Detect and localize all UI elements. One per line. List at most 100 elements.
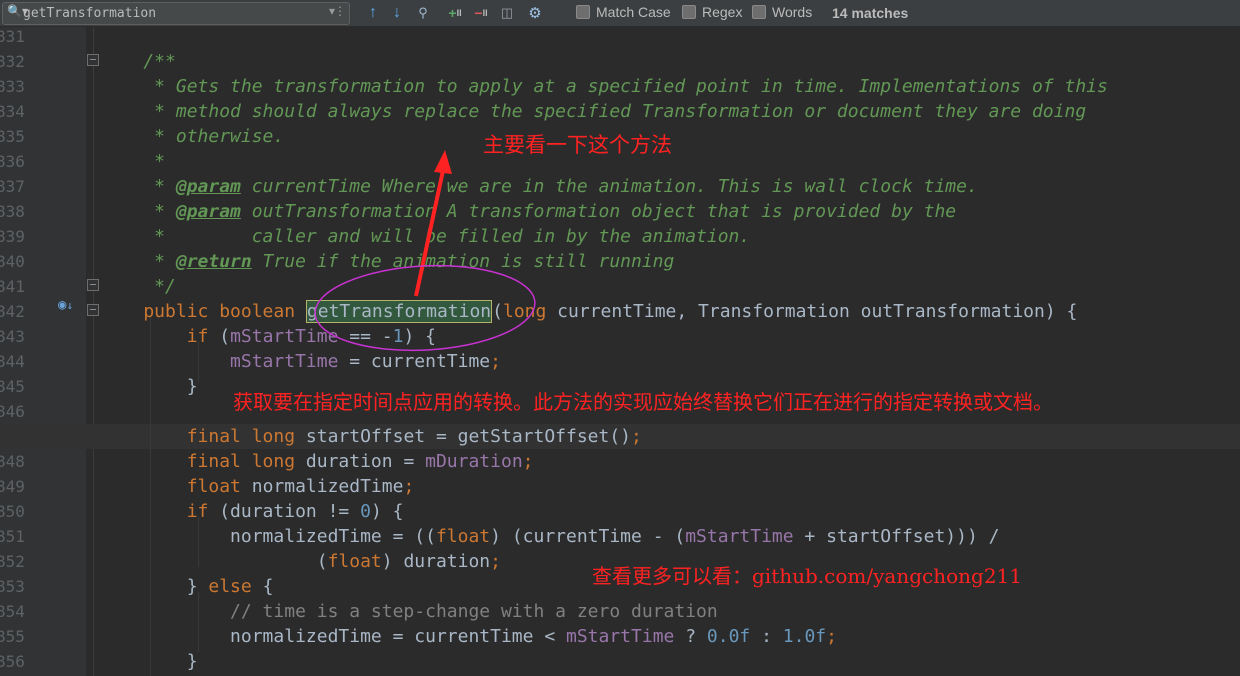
code-line: * @return True if the animation is still… [0, 249, 1240, 274]
code-token: if [100, 326, 209, 347]
words-checkbox[interactable]: Words [752, 4, 812, 20]
code-line: mStartTime = currentTime; [0, 349, 1240, 374]
clear-icon[interactable]: ⋮ [334, 4, 346, 18]
code-token: mStartTime [230, 351, 339, 372]
code-token: * [100, 251, 176, 272]
code-token: duration = [295, 451, 426, 472]
code-token: float [327, 551, 382, 572]
fold-marker-icon[interactable] [87, 279, 99, 291]
code-token: ( [492, 301, 503, 322]
code-token: mStartTime [230, 326, 339, 347]
code-token: ? [674, 626, 707, 647]
code-token: float [435, 526, 491, 547]
code-token: 0 [360, 501, 371, 522]
code-line: if (duration != 0) { [0, 499, 1240, 524]
code-line: */ [0, 274, 1240, 299]
code-token: 0.0f [706, 626, 751, 647]
regex-checkbox[interactable]: Regex [682, 4, 742, 20]
fold-marker-icon[interactable] [87, 54, 99, 66]
code-token: ; [403, 476, 415, 497]
code-line: normalizedTime = ((float) (currentTime -… [0, 524, 1240, 549]
annotation-more-info: 查看更多可以看：github.com/yangchong211 [592, 564, 1022, 588]
code-token: normalizedTime [240, 476, 404, 497]
code-line: * @param outTransformation A transformat… [0, 199, 1240, 224]
code-token: float [100, 476, 241, 497]
code-token: ( [100, 551, 328, 572]
code-token: mStartTime [685, 526, 794, 547]
next-occurrence-icon[interactable]: ↓ [388, 3, 406, 23]
code-token: @return [175, 251, 252, 272]
search-input[interactable] [23, 4, 323, 22]
code-token: ; [826, 626, 837, 647]
code-token: * caller and will be filled in by the an… [100, 226, 751, 247]
code-token: 1 [392, 326, 404, 347]
code-token: ; [631, 426, 642, 447]
code-token: } [100, 651, 198, 672]
code-line: if (mStartTime == -1) { [0, 324, 1240, 349]
code-line: * Gets the transformation to apply at a … [0, 74, 1240, 99]
code-token: ( [208, 326, 231, 347]
code-token: ; [522, 451, 534, 472]
code-line: * method should always replace the speci… [0, 99, 1240, 124]
annotation-translation: 获取要在指定时间点应用的转换。此方法的实现应始终替换它们正在进行的指定转换或文档… [233, 386, 1053, 415]
indent-guide [198, 342, 199, 382]
code-token: ; [490, 551, 501, 572]
match-case-checkbox[interactable]: Match Case [576, 4, 671, 20]
code-line: * caller and will be filled in by the an… [0, 224, 1240, 249]
code-token: /** [100, 51, 176, 72]
code-token: currentTime, Transformation outTransform… [546, 301, 1078, 322]
match-case-box[interactable] [576, 5, 590, 19]
code-token: * [100, 201, 176, 222]
code-line: final long duration = mDuration; [0, 449, 1240, 474]
match-case-label[interactable]: Match Case [596, 4, 671, 20]
code-token: * otherwise. [100, 126, 285, 147]
code-token: long [502, 301, 547, 322]
indent-guide [150, 317, 151, 676]
match-count: 14 matches [832, 5, 909, 21]
words-box[interactable] [752, 5, 766, 19]
code-token: * Gets the transformation to apply at a … [100, 76, 1108, 97]
search-field[interactable]: 🔍▾ ▾ ⋮ [2, 2, 350, 25]
settings-icon[interactable]: ⚙ [526, 3, 544, 23]
code-token: { [251, 576, 274, 597]
code-token: ) (currentTime - ( [490, 526, 686, 547]
words-label[interactable]: Words [772, 4, 812, 20]
code-token: final long [100, 426, 296, 447]
code-token: : [750, 626, 783, 647]
code-token: ) duration [381, 551, 491, 572]
code-token: */ [100, 276, 176, 297]
remove-occurrence-icon[interactable]: − II [470, 3, 492, 23]
select-all-occurrences-icon[interactable]: ◫ [496, 3, 518, 23]
code-token: 1.0f [782, 626, 827, 647]
override-method-icon[interactable]: ◉↓ [58, 297, 73, 313]
add-occurrence-icon[interactable]: + II [444, 3, 466, 23]
regex-label[interactable]: Regex [702, 4, 742, 20]
previous-occurrence-icon[interactable]: ↑ [364, 3, 382, 23]
code-token: = currentTime [338, 351, 491, 372]
code-token: ) { [370, 501, 404, 522]
code-token: mStartTime [566, 626, 675, 647]
annotation-main-note: 主要看一下这个方法 [483, 133, 672, 157]
regex-box[interactable] [682, 5, 696, 19]
code-token: * [100, 151, 166, 172]
code-token: startOffset = getStartOffset() [295, 426, 632, 447]
fold-marker-icon[interactable] [87, 304, 99, 316]
code-token: == - [338, 326, 393, 347]
code-token: if [100, 501, 209, 522]
code-line: /** [0, 49, 1240, 74]
code-token: @param [175, 201, 241, 222]
code-token: outTransformation A transformation objec… [240, 201, 957, 222]
code-token: + startOffset))) / [793, 526, 1000, 547]
code-token: normalizedTime = currentTime < [100, 626, 566, 647]
find-toolbar: 🔍▾ ▾ ⋮ ↑ ↓ ⚲ +II −II ◫ ⚙ Match Case Rege… [0, 0, 1240, 27]
code-token: } [100, 376, 198, 397]
indent-guide [198, 592, 199, 652]
code-token: * [100, 176, 176, 197]
code-line: } [0, 649, 1240, 674]
find-all-icon[interactable]: ⚲ [413, 3, 433, 23]
code-token: else [208, 576, 252, 597]
code-token: currentTime Where we are in the animatio… [240, 176, 978, 197]
code-token: final long [100, 451, 296, 472]
